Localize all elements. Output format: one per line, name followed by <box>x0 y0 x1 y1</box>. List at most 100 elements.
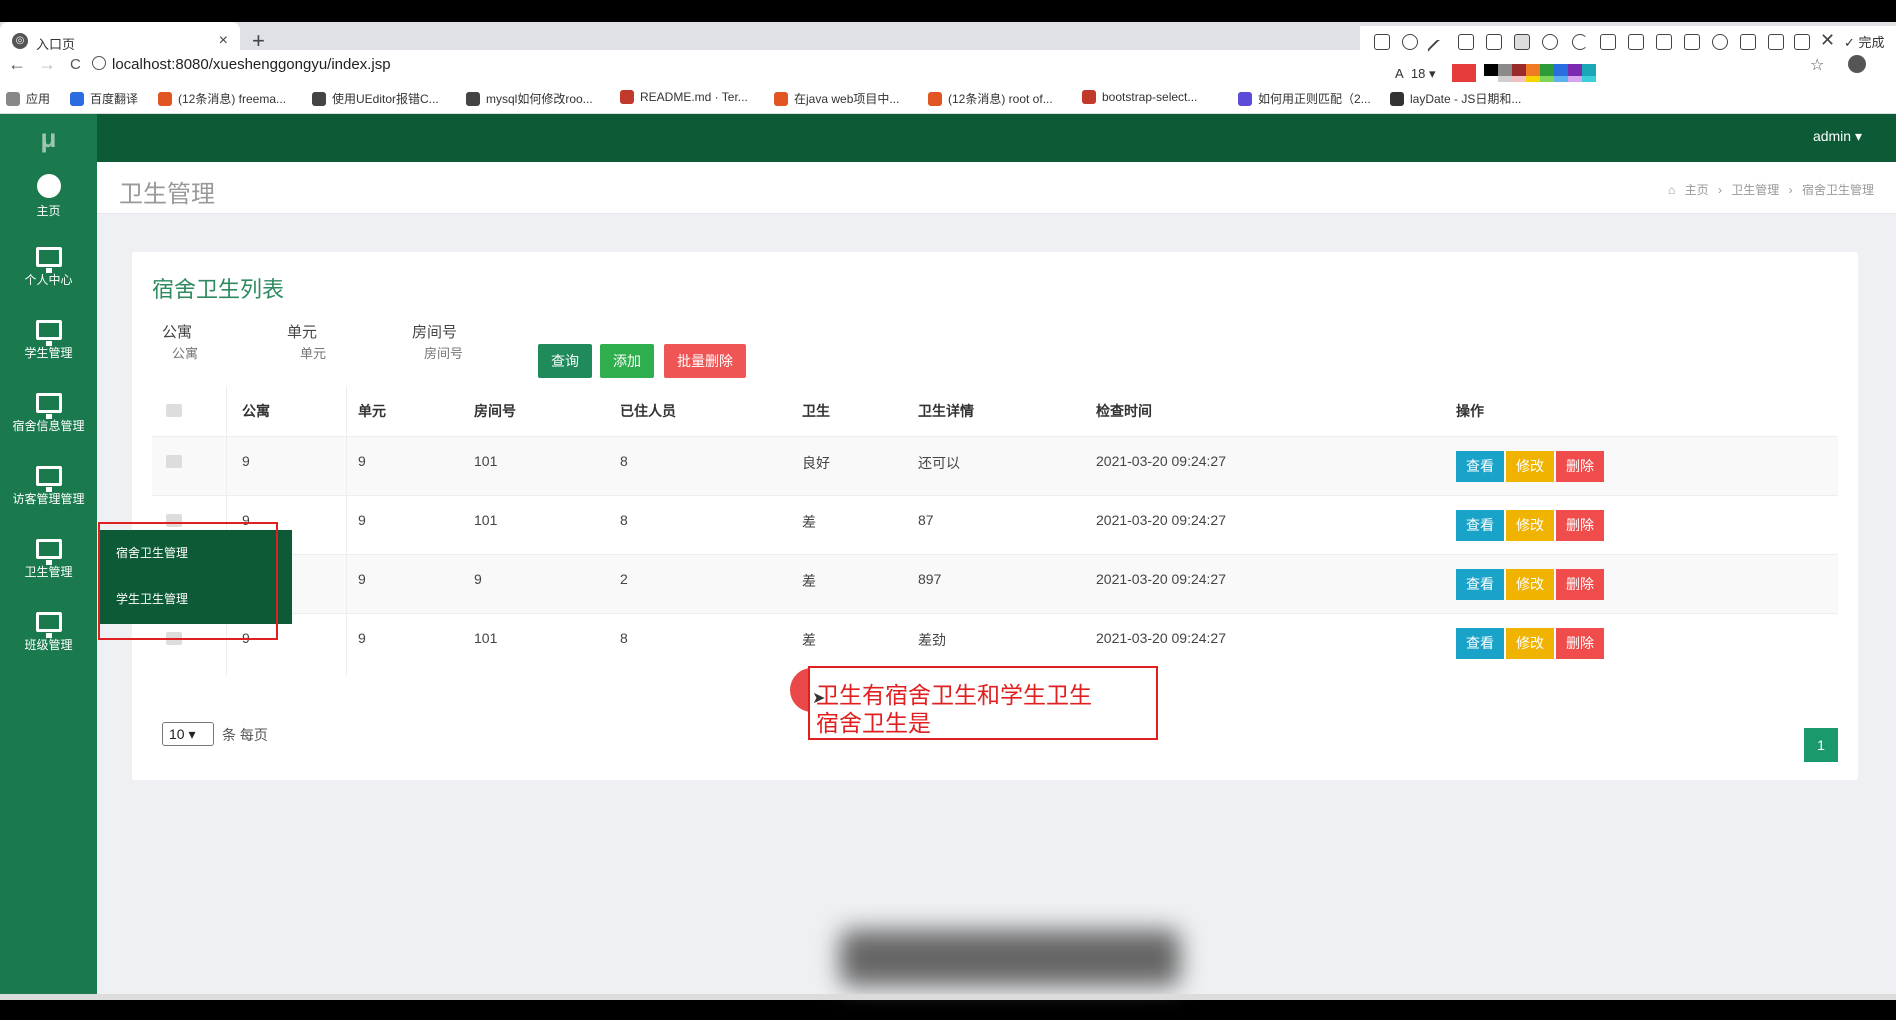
bookmark-item[interactable]: 如何用正则匹配（2... <box>1238 90 1371 107</box>
color-swatch[interactable] <box>1554 64 1568 76</box>
bookmark-item[interactable]: mysql如何修改roo... <box>466 90 593 107</box>
tab-close-icon[interactable]: × <box>219 32 228 50</box>
bookmark-item[interactable]: bootstrap-select... <box>1082 90 1197 104</box>
delete-button[interactable]: 删除 <box>1556 510 1604 541</box>
add-button[interactable]: 添加 <box>600 344 654 378</box>
reload-button[interactable]: C <box>70 56 81 73</box>
back-button[interactable]: ← <box>8 54 26 75</box>
table-cell: 897 <box>918 571 942 587</box>
color-swatch[interactable] <box>1582 64 1596 76</box>
cancel-icon[interactable]: ✕ <box>1820 30 1835 51</box>
info-icon[interactable] <box>92 56 106 70</box>
magic-icon[interactable] <box>1684 34 1700 50</box>
font-size-select[interactable]: A 18 ▾ <box>1395 66 1436 82</box>
bookmark-label: bootstrap-select... <box>1102 90 1198 104</box>
edit-button[interactable]: 修改 <box>1506 451 1554 482</box>
profile-icon[interactable] <box>1848 55 1866 73</box>
bookmark-favicon-icon <box>466 92 480 106</box>
monitor-icon <box>35 393 62 419</box>
bookmark-item[interactable]: README.md · Ter... <box>620 90 748 104</box>
page-size-select[interactable]: 10 ▾ <box>162 722 214 746</box>
translate-icon[interactable] <box>1628 34 1644 50</box>
mosaic-tool-icon[interactable] <box>1486 34 1502 50</box>
color-swatch[interactable] <box>1540 64 1554 76</box>
view-button[interactable]: 查看 <box>1456 569 1504 600</box>
number-tool-icon[interactable] <box>1542 34 1558 50</box>
bookmark-item[interactable]: (12条消息) root of... <box>928 90 1053 107</box>
filter-label-apartment: 公寓 <box>162 324 193 341</box>
home-icon: ⌂ <box>1667 183 1676 197</box>
rectangle-tool-icon[interactable] <box>1374 34 1390 50</box>
table-cell: 9 <box>242 453 250 469</box>
sidebar-item-label: 宿舍信息管理 <box>12 419 85 433</box>
monitor-icon <box>35 466 62 492</box>
delete-button[interactable]: 删除 <box>1556 451 1604 482</box>
sidebar-item[interactable]: 班级管理 <box>0 604 97 666</box>
admin-menu[interactable]: admin ▾ <box>1813 128 1862 145</box>
sidebar-item[interactable]: 访客管理管理 <box>0 458 97 520</box>
bookmark-favicon-icon <box>1238 92 1252 106</box>
view-button[interactable]: 查看 <box>1456 510 1504 541</box>
sidebar-item-label: 个人中心 <box>24 273 73 287</box>
color-swatch[interactable] <box>1568 64 1582 76</box>
table-cell: 87 <box>918 512 934 528</box>
room-input[interactable] <box>424 340 534 366</box>
batch-delete-button[interactable]: 批量删除 <box>664 344 746 378</box>
arrow-tool-icon[interactable] <box>1426 38 1450 62</box>
edit-button[interactable]: 修改 <box>1506 569 1554 600</box>
done-button[interactable]: ✓ 完成 <box>1844 32 1885 51</box>
bookmark-item[interactable]: layDate - JS日期和... <box>1390 90 1521 107</box>
row-checkbox[interactable] <box>166 455 182 468</box>
delete-button[interactable]: 删除 <box>1556 569 1604 600</box>
sidebar-item[interactable]: 个人中心 <box>0 239 97 301</box>
color-swatch[interactable] <box>1526 64 1540 76</box>
bookmark-item[interactable]: 应用 <box>6 90 50 107</box>
view-button[interactable]: 查看 <box>1456 451 1504 482</box>
monitor-icon <box>35 612 62 638</box>
ocr-icon[interactable] <box>1656 34 1672 50</box>
sidebar-item[interactable]: 卫生管理 <box>0 531 97 593</box>
color-swatch[interactable] <box>1512 64 1526 76</box>
sidebar-item[interactable]: 主页 <box>0 166 97 228</box>
breadcrumb: ⌂ 主页 › 卫生管理 › 宿舍卫生管理 <box>1662 181 1874 198</box>
edit-button[interactable]: 修改 <box>1506 510 1554 541</box>
select-all-checkbox[interactable] <box>166 404 182 417</box>
bookmark-label: (12条消息) root of... <box>948 92 1053 106</box>
text-tool-icon[interactable] <box>1514 34 1530 50</box>
breadcrumb-section[interactable]: 卫生管理 <box>1731 183 1779 197</box>
undo-icon[interactable] <box>1572 34 1588 50</box>
star-icon[interactable]: ☆ <box>1810 55 1824 75</box>
sidebar-item[interactable]: 学生管理 <box>0 312 97 374</box>
bookmark-icon[interactable] <box>1794 34 1810 50</box>
delete-button[interactable]: 删除 <box>1556 628 1604 659</box>
table-cell: 9 <box>474 571 482 587</box>
search-button[interactable]: 查询 <box>538 344 592 378</box>
device-icon[interactable] <box>1768 34 1784 50</box>
forward-button[interactable]: → <box>38 54 56 75</box>
sidebar-item[interactable]: 宿舍信息管理 <box>0 385 97 447</box>
color-swatch[interactable] <box>1498 64 1512 76</box>
record-icon[interactable] <box>1712 34 1728 50</box>
bookmark-item[interactable]: 在java web项目中... <box>774 90 899 107</box>
apartment-input[interactable] <box>172 340 282 366</box>
edit-button[interactable]: 修改 <box>1506 628 1554 659</box>
pin-icon[interactable] <box>1600 34 1616 50</box>
unit-input[interactable] <box>300 340 410 366</box>
url-field[interactable]: localhost:8080/xueshenggongyu/index.jsp <box>112 56 391 73</box>
annotation-line-2: 宿舍卫生是 <box>816 710 931 736</box>
color-swatch[interactable] <box>1484 64 1498 76</box>
bookmark-favicon-icon <box>1082 90 1096 104</box>
table-cell: 9 <box>358 512 366 528</box>
bookmark-item[interactable]: (12条消息) freema... <box>158 90 286 107</box>
bookmark-label: 使用UEditor报错C... <box>332 92 439 106</box>
column-header: 公寓 <box>242 403 270 419</box>
pen-tool-icon[interactable] <box>1458 34 1474 50</box>
column-header: 房间号 <box>474 403 516 419</box>
view-button[interactable]: 查看 <box>1456 628 1504 659</box>
breadcrumb-home[interactable]: 主页 <box>1685 183 1709 197</box>
bookmark-item[interactable]: 百度翻译 <box>70 90 138 107</box>
bookmark-item[interactable]: 使用UEditor报错C... <box>312 90 439 107</box>
page-1-button[interactable]: 1 <box>1804 728 1838 762</box>
ellipse-tool-icon[interactable] <box>1402 34 1418 50</box>
download-icon[interactable] <box>1740 34 1756 50</box>
